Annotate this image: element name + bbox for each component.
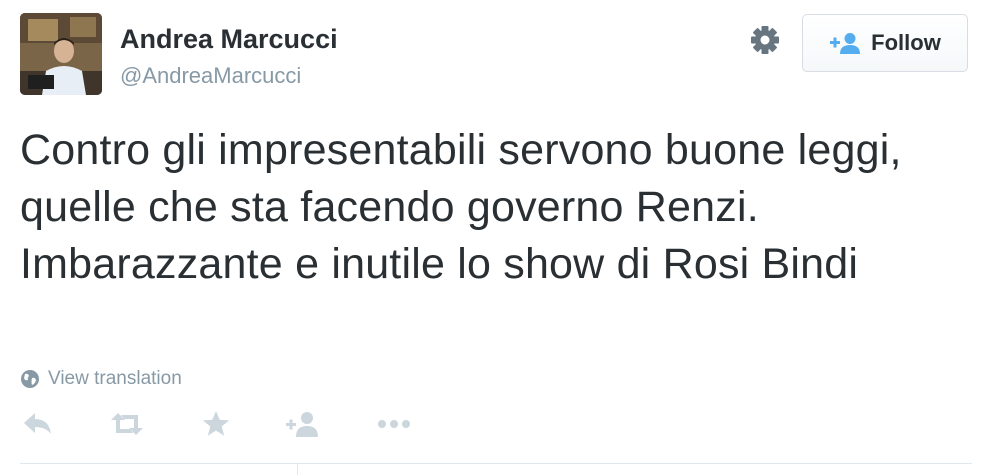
tweet-text: Contro gli impresentabili servono buone … bbox=[20, 126, 902, 288]
view-translation-link[interactable]: View translation bbox=[20, 368, 182, 390]
globe-icon bbox=[21, 370, 39, 388]
follow-user-plus-icon bbox=[830, 33, 861, 54]
gear-icon[interactable] bbox=[747, 22, 783, 58]
favorite-star-icon[interactable] bbox=[200, 407, 232, 441]
view-translation-label: View translation bbox=[48, 368, 182, 389]
follow-button[interactable]: Follow bbox=[802, 14, 968, 72]
avatar-image bbox=[20, 13, 102, 95]
stats-column-divider bbox=[297, 463, 298, 475]
author-handle[interactable]: @AndreaMarcucci bbox=[120, 63, 301, 89]
follow-user-icon[interactable] bbox=[284, 407, 320, 441]
more-dots-icon[interactable] bbox=[376, 407, 412, 441]
follow-button-label: Follow bbox=[871, 30, 941, 55]
reply-icon[interactable] bbox=[22, 407, 54, 441]
author-name[interactable]: Andrea Marcucci bbox=[120, 24, 338, 55]
retweet-icon[interactable] bbox=[108, 407, 146, 441]
avatar[interactable] bbox=[20, 13, 102, 95]
stats-divider bbox=[20, 463, 972, 464]
